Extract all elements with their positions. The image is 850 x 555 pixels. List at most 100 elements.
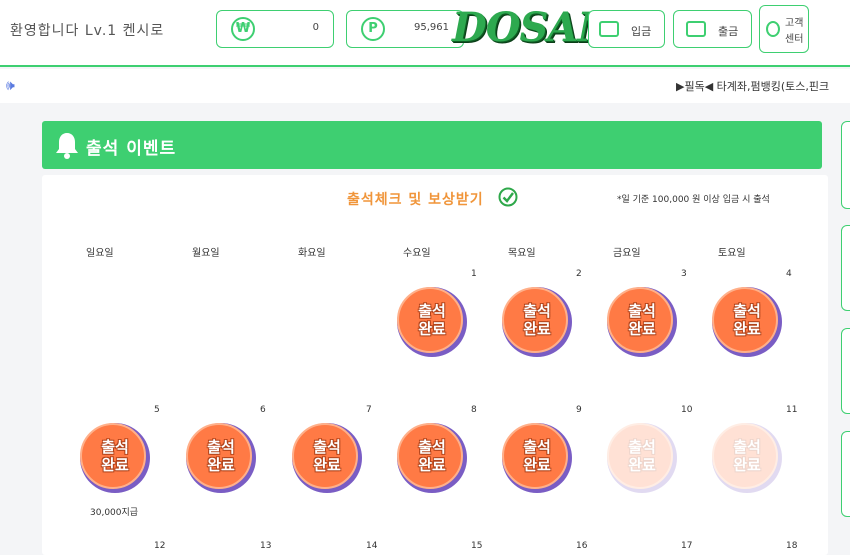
stamp-face: 출석 완료	[607, 423, 673, 489]
weekday-label: 금요일	[613, 248, 641, 259]
stamp-text-line2: 완료	[628, 456, 656, 474]
weekday-label: 수요일	[403, 248, 431, 259]
notice-ticker: 🕪 ▶필독◀ 타계좌,펌뱅킹(토스,핀크	[0, 69, 850, 103]
stamp-text-line1: 출석	[733, 302, 761, 320]
weekday-label: 일요일	[86, 248, 114, 259]
attendance-stamp: 출석 완료	[502, 423, 572, 493]
bell-icon	[56, 133, 78, 159]
point-amount: 95,961	[414, 22, 449, 33]
stamp-face: 출석 완료	[292, 423, 358, 489]
side-panel	[841, 121, 850, 209]
stamp-text-line1: 출석	[628, 302, 656, 320]
attendance-stamp: 출석 완료	[502, 287, 572, 357]
stamp-face: 출석 완료	[712, 287, 778, 353]
attendance-stamp: 출석 완료	[186, 423, 256, 493]
stamp-face: 출석 완료	[712, 423, 778, 489]
attendance-stamp: 출석 완료	[712, 423, 782, 493]
event-title: 출석 이벤트	[86, 139, 177, 159]
stamp-text-line1: 출석	[207, 438, 235, 456]
weekday-label: 토요일	[718, 248, 746, 259]
day-number: 3	[681, 269, 687, 279]
side-panel	[841, 431, 850, 517]
stamp-text-line1: 출석	[523, 302, 551, 320]
event-title-bar: 출석 이벤트	[42, 121, 822, 169]
reward-label: 30,000지급	[90, 508, 139, 518]
stamp-text-line2: 완료	[313, 456, 341, 474]
stamp-text-line2: 완료	[418, 456, 446, 474]
stamp-text-line2: 완료	[523, 456, 551, 474]
attendance-stamp: 출석 완료	[712, 287, 782, 357]
support-label-2: 센터	[785, 34, 804, 45]
day-number: 1	[471, 269, 477, 279]
stamp-text-line2: 완료	[733, 320, 761, 338]
attendance-stamp: 출석 완료	[397, 287, 467, 357]
day-number: 4	[786, 269, 792, 279]
stamp-face: 출석 완료	[397, 287, 463, 353]
stamp-text-line1: 출석	[418, 302, 446, 320]
stamp-face: 출석 완료	[186, 423, 252, 489]
logo-text: DOSAN	[452, 4, 614, 51]
day-number: 7	[366, 405, 372, 415]
weekday-label: 목요일	[508, 248, 536, 259]
attendance-stamp: 출석 완료	[607, 423, 677, 493]
day-number: 2	[576, 269, 582, 279]
balance-amount: 0	[312, 22, 319, 33]
main-content: 출석 이벤트 출석체크 및 보상받기 *일 기준 100,000 원 이상 입금…	[0, 103, 850, 555]
stamp-text-line2: 완료	[418, 320, 446, 338]
day-number: 6	[260, 405, 266, 415]
stamp-text-line2: 완료	[628, 320, 656, 338]
speaker-icon: 🕪	[6, 78, 15, 94]
deposit-button[interactable]: 입금	[588, 10, 665, 48]
welcome-text: 환영합니다 Lv.1 켄시로	[10, 23, 165, 39]
day-number: 13	[260, 541, 272, 551]
attendance-note: *일 기준 100,000 원 이상 입금 시 출석	[617, 195, 770, 205]
deposit-label: 입금	[631, 25, 652, 38]
card-title: 출석체크 및 보상받기	[347, 192, 484, 208]
stamp-text-line1: 출석	[101, 438, 129, 456]
stamp-face: 출석 완료	[502, 423, 568, 489]
stamp-text-line2: 완료	[733, 456, 761, 474]
day-number: 14	[366, 541, 378, 551]
headset-icon	[766, 21, 780, 37]
check-circle-icon	[498, 187, 518, 207]
site-logo[interactable]: DOSAN	[452, 2, 614, 54]
point-icon: P	[361, 17, 385, 41]
ticker-text[interactable]: ▶필독◀ 타계좌,펌뱅킹(토스,핀크	[676, 78, 829, 94]
balance-box: ₩ 0	[216, 10, 334, 48]
stamp-text-line1: 출석	[313, 438, 341, 456]
weekday-label: 화요일	[298, 248, 326, 259]
stamp-text-line1: 출석	[628, 438, 656, 456]
day-number: 9	[576, 405, 582, 415]
day-number: 15	[471, 541, 483, 551]
stamp-face: 출석 완료	[397, 423, 463, 489]
stamp-face: 출석 완료	[607, 287, 673, 353]
won-icon: ₩	[231, 17, 255, 41]
point-box: P 95,961	[346, 10, 464, 48]
day-number: 10	[681, 405, 693, 415]
day-number: 18	[786, 541, 798, 551]
stamp-text-line1: 출석	[523, 438, 551, 456]
stamp-face: 출석 완료	[502, 287, 568, 353]
support-label-1: 고객	[785, 18, 804, 29]
attendance-stamp: 출석 완료	[80, 423, 150, 493]
stamp-text-line2: 완료	[101, 456, 129, 474]
side-panel	[841, 225, 850, 311]
day-number: 16	[576, 541, 588, 551]
card-icon	[686, 21, 706, 37]
top-header: 환영합니다 Lv.1 켄시로 ₩ 0 P 95,961 DOSAN 입금 출금 …	[0, 0, 850, 67]
weekday-label: 월요일	[192, 248, 220, 259]
day-number: 11	[786, 405, 798, 415]
wallet-icon	[599, 21, 619, 37]
attendance-stamp: 출석 완료	[292, 423, 362, 493]
attendance-stamp: 출석 완료	[607, 287, 677, 357]
side-panel	[841, 328, 850, 414]
withdraw-label: 출금	[718, 25, 739, 38]
stamp-text-line2: 완료	[207, 456, 235, 474]
stamp-face: 출석 완료	[80, 423, 146, 489]
customer-center-button[interactable]: 고객 센터	[759, 5, 809, 53]
day-number: 5	[154, 405, 160, 415]
day-number: 12	[154, 541, 166, 551]
stamp-text-line1: 출석	[418, 438, 446, 456]
stamp-text-line2: 완료	[523, 320, 551, 338]
withdraw-button[interactable]: 출금	[673, 10, 752, 48]
